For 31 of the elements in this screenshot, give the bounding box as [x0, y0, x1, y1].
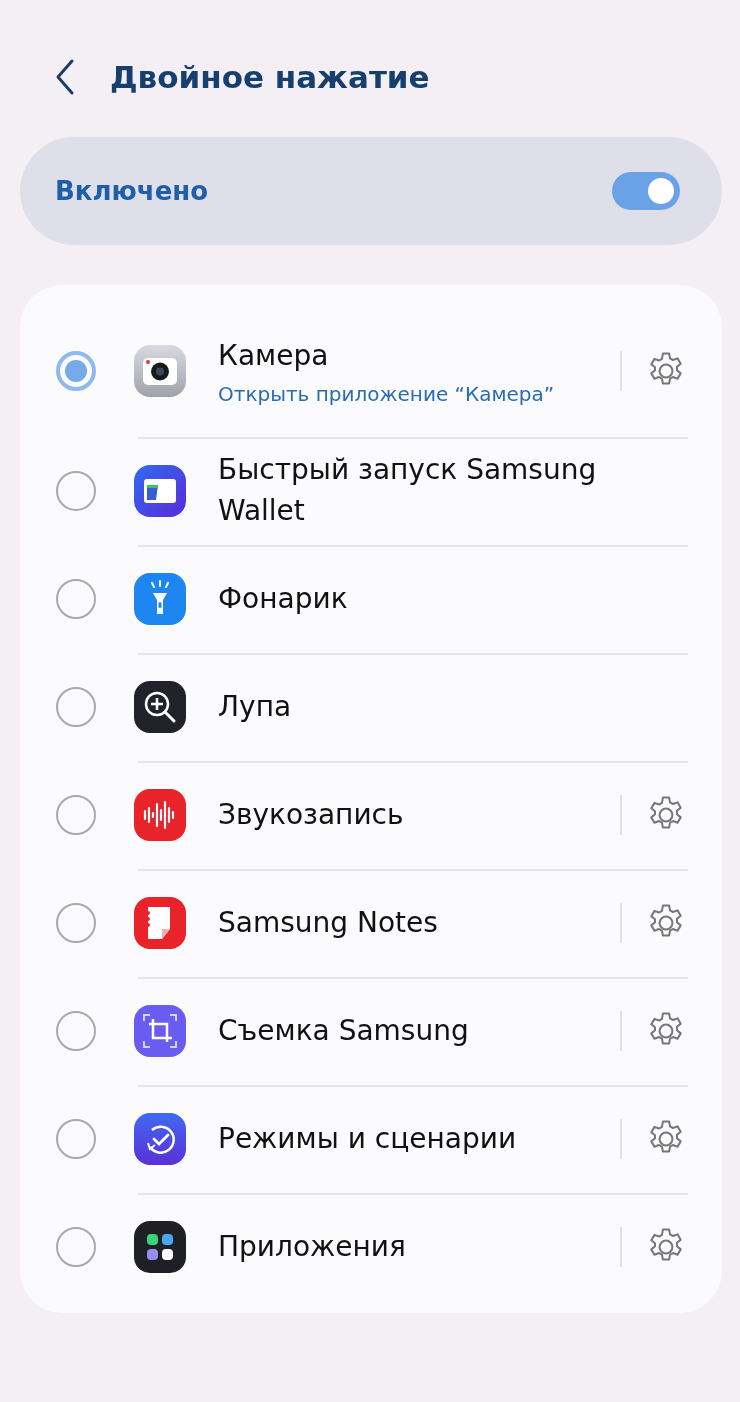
apps-grid-icon [134, 1221, 186, 1273]
page-title: Двойное нажатие [110, 59, 430, 95]
option-title: Лупа [218, 688, 293, 725]
option-title: Режимы и сценарии [218, 1120, 518, 1157]
switch-label: Включено [55, 176, 209, 206]
notes-app-icon [134, 897, 186, 949]
magnifier-app-icon [134, 681, 186, 733]
modes-check-icon [134, 1113, 186, 1165]
option-title: Звукозапись [218, 796, 405, 833]
option-title: Фонарик [218, 580, 349, 617]
radio-button[interactable] [56, 903, 96, 943]
camera-app-icon [134, 345, 186, 397]
radio-button[interactable] [56, 1227, 96, 1267]
option-title: Съемка Samsung [218, 1012, 470, 1049]
screenshot-crop-app-icon [134, 1005, 186, 1057]
option-subtitle: Открыть приложение “Камера” [218, 382, 556, 407]
option-title: Приложения [218, 1228, 407, 1265]
flashlight-app-icon [134, 573, 186, 625]
wallet-app-icon [134, 465, 186, 517]
radio-button[interactable] [56, 1119, 96, 1159]
radio-button[interactable] [56, 795, 96, 835]
toggle-switch[interactable] [612, 172, 680, 210]
radio-button[interactable] [56, 687, 96, 727]
option-title: Samsung Notes [218, 904, 439, 941]
radio-button[interactable] [56, 471, 96, 511]
voice-recorder-app-icon [134, 789, 186, 841]
option-title: Камера [218, 337, 330, 374]
radio-button[interactable] [56, 351, 96, 391]
radio-button[interactable] [56, 1011, 96, 1051]
radio-button[interactable] [56, 579, 96, 619]
option-title: Быстрый запуск Samsung Wallet [218, 452, 598, 529]
